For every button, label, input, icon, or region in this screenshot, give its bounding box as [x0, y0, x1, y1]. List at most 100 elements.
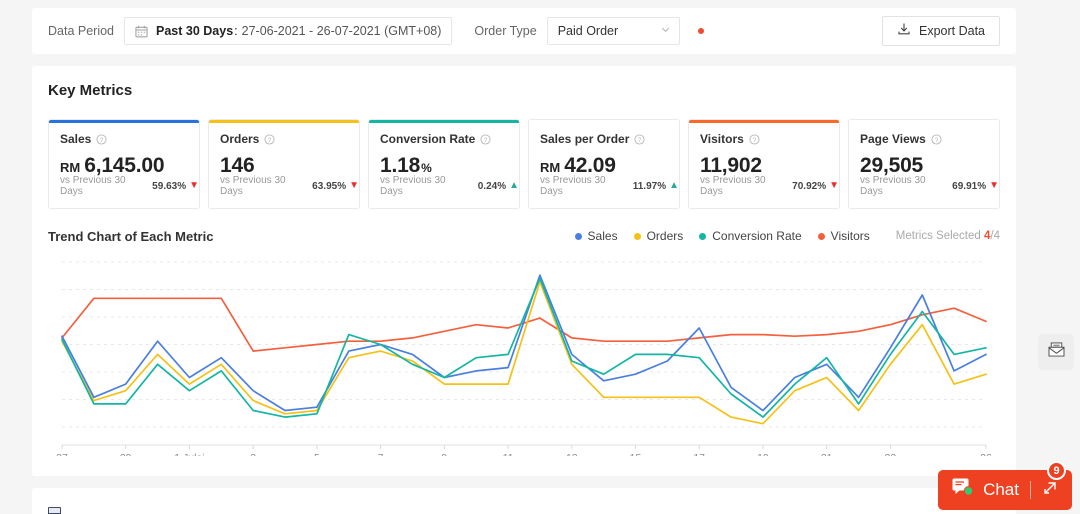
metric-cards-row: Sales? RM 6,145.00 vs Previous 30 Days 59.63… — [48, 119, 1000, 209]
svg-text:19: 19 — [757, 452, 769, 456]
dashboard-page: Data Period Past 30 Days : 27-06-2021 - … — [0, 0, 1080, 514]
metric-trend-arrow-down-icon: ▼ — [829, 180, 839, 191]
metric-name: Conversion Rate — [380, 132, 476, 146]
message-side-tab[interactable] — [1038, 334, 1074, 370]
legend-item[interactable]: Orders — [633, 229, 684, 243]
metric-comparison-label: vs Previous 30 Days — [60, 175, 126, 197]
metric-change-value: 69.91% — [952, 180, 987, 192]
metric-trend-arrow-up-icon: ▲ — [509, 180, 519, 191]
svg-text:29: 29 — [120, 452, 132, 456]
svg-text:1 Julai: 1 Julai — [174, 452, 204, 456]
metric-currency: RM — [60, 160, 81, 175]
metric-comparison: vs Previous 30 Days 70.92% ▼ — [700, 175, 839, 197]
metric-card-accent-bar — [689, 120, 839, 123]
metric-trend-arrow-up-icon: ▲ — [669, 180, 679, 191]
metric-trend-arrow-down-icon: ▼ — [189, 180, 199, 191]
svg-text:?: ? — [638, 136, 642, 143]
question-circle-icon[interactable]: ? — [931, 133, 942, 145]
metric-card[interactable]: Conversion Rate? 1.18% vs Previous 30 Days… — [368, 119, 520, 209]
svg-text:15: 15 — [630, 452, 642, 456]
expand-arrow-icon[interactable] — [1042, 480, 1058, 501]
metric-trend-arrow-down-icon: ▼ — [989, 180, 999, 191]
question-circle-icon[interactable]: ? — [96, 133, 107, 145]
metric-comparison-label: vs Previous 30 Days — [220, 175, 286, 197]
svg-text:?: ? — [753, 136, 757, 143]
legend-label: Visitors — [830, 229, 870, 243]
metric-name: Visitors — [700, 132, 744, 146]
metrics-selected-label: Metrics Selected — [895, 230, 981, 242]
svg-text:5: 5 — [314, 452, 320, 456]
metric-change-value: 63.95% — [312, 180, 347, 192]
question-circle-icon[interactable]: ? — [264, 133, 275, 145]
svg-text:3: 3 — [250, 452, 256, 456]
period-range-label: 27-06-2021 - 26-07-2021 (GMT+08) — [241, 24, 442, 38]
legend-label: Orders — [646, 229, 684, 243]
chart-legend: Sales Orders Conversion Rate Visitors Metri… — [559, 229, 1000, 243]
chevron-down-icon — [660, 22, 671, 40]
metric-card[interactable]: Page Views? 29,505 vs Previous 30 Days 69.9… — [848, 119, 1000, 209]
date-period-picker[interactable]: Past 30 Days : 27-06-2021 - 26-07-2021 (… — [124, 17, 453, 45]
question-circle-icon[interactable]: ? — [749, 133, 760, 145]
svg-text:27: 27 — [56, 452, 68, 456]
export-data-label: Export Data — [918, 24, 985, 38]
export-data-button[interactable]: Export Data — [881, 16, 1000, 46]
order-type-value: Paid Order — [557, 24, 619, 38]
metric-currency: RM — [540, 160, 561, 175]
metric-card-header: Visitors? — [700, 132, 828, 146]
metric-card-accent-bar — [369, 120, 519, 123]
legend-item[interactable]: Conversion Rate — [699, 229, 802, 243]
metric-name: Orders — [220, 132, 260, 146]
trend-line-chart[interactable]: 27 29 1 Julai 3 5 7 9 11 13 15 17 19 21 23 26 — [48, 256, 1000, 456]
trend-chart-title: Trend Chart of Each Metric — [48, 229, 214, 244]
metric-card[interactable]: Visitors? 11,902 vs Previous 30 Days 70.92%… — [688, 119, 840, 209]
metric-card[interactable]: Sales per Order? RM 42.09 vs Previous 30 Da… — [528, 119, 680, 209]
svg-text:13: 13 — [566, 452, 578, 456]
svg-text:11: 11 — [503, 452, 514, 456]
svg-text:?: ? — [268, 136, 272, 143]
metric-card-header: Conversion Rate? — [380, 132, 508, 146]
metric-comparison: vs Previous 30 Days 69.91% ▼ — [860, 175, 999, 197]
chat-divider — [1030, 481, 1031, 499]
metric-change-value: 59.63% — [152, 180, 187, 192]
filter-change-indicator-dot — [697, 28, 704, 34]
key-metrics-panel: Key Metrics Sales? RM 6,145.00 vs Previous … — [32, 66, 1016, 476]
data-period-label: Data Period — [48, 24, 115, 38]
question-circle-icon[interactable]: ? — [480, 133, 491, 145]
svg-text:21: 21 — [821, 452, 833, 456]
legend-label: Conversion Rate — [712, 229, 802, 243]
svg-text:9: 9 — [441, 452, 447, 456]
metrics-selected-counter: Metrics Selected 4/4 — [896, 230, 1000, 242]
legend-item[interactable]: Sales — [574, 229, 618, 243]
metric-comparison-label: vs Previous 30 Days — [860, 175, 926, 197]
envelope-icon — [1048, 342, 1065, 362]
svg-text:?: ? — [100, 136, 104, 143]
legend-label: Sales — [587, 229, 618, 243]
next-section-card — [32, 488, 1016, 514]
metric-change-value: 0.24% — [477, 180, 507, 192]
metric-card[interactable]: Orders? 146 vs Previous 30 Days 63.95% ▼ — [208, 119, 360, 209]
svg-text:17: 17 — [693, 452, 705, 456]
section-icon — [48, 504, 62, 514]
metric-card-header: Orders? — [220, 132, 348, 146]
metric-comparison: vs Previous 30 Days 63.95% ▼ — [220, 175, 359, 197]
page-title: Key Metrics — [48, 82, 133, 99]
metric-name: Page Views — [860, 132, 926, 146]
order-type-label: Order Type — [474, 24, 537, 38]
metric-card[interactable]: Sales? RM 6,145.00 vs Previous 30 Days 59.63… — [48, 119, 200, 209]
order-type-select[interactable]: Paid Order — [546, 17, 680, 45]
svg-text:26: 26 — [980, 452, 992, 456]
metric-comparison: vs Previous 30 Days 59.63% ▼ — [60, 175, 199, 197]
svg-text:7: 7 — [378, 452, 384, 456]
question-circle-icon[interactable]: ? — [634, 133, 645, 145]
calendar-icon — [135, 25, 148, 38]
legend-color-dot — [699, 232, 707, 240]
legend-item[interactable]: Visitors — [817, 229, 870, 243]
metric-card-header: Sales? — [60, 132, 188, 146]
legend-color-dot — [633, 232, 641, 240]
chat-widget-button[interactable]: Chat 9 — [938, 461, 1072, 510]
metric-comparison: vs Previous 30 Days 11.97% ▲ — [540, 175, 679, 197]
metric-change-value: 70.92% — [792, 180, 827, 192]
period-preset-label: Past 30 Days — [156, 24, 234, 38]
metric-comparison: vs Previous 30 Days 0.24% ▲ — [380, 175, 519, 197]
metric-card-accent-bar — [49, 120, 199, 123]
